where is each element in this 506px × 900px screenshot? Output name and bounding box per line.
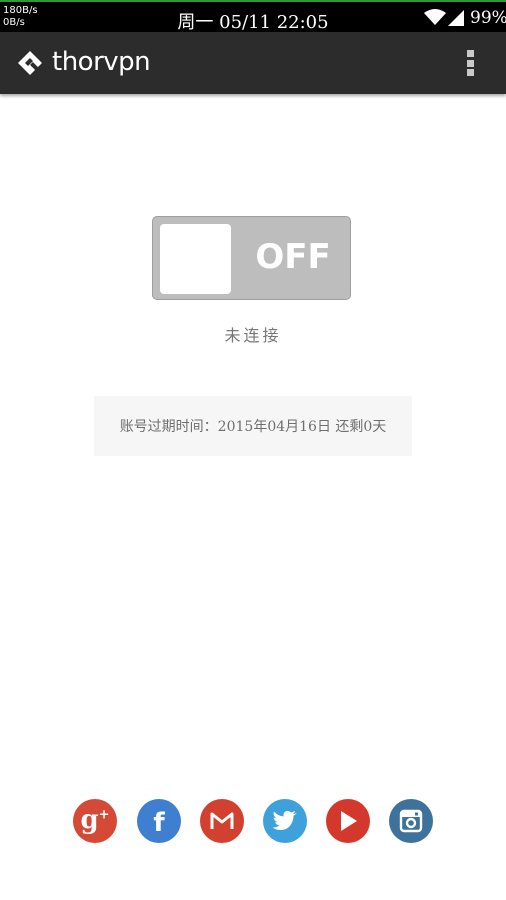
- status-bar: 180B/s 0B/s 周一 05/11 22:05 99%: [0, 0, 506, 33]
- overflow-menu-dot: [466, 59, 474, 67]
- gmail-button[interactable]: [200, 799, 244, 843]
- social-share-row: g+ f: [0, 799, 506, 843]
- overflow-menu-dot: [466, 50, 474, 57]
- youtube-icon: [341, 811, 357, 831]
- google-plus-icon: g+: [80, 805, 110, 835]
- toggle-knob[interactable]: [160, 224, 231, 294]
- overflow-menu-button[interactable]: [458, 46, 482, 80]
- facebook-icon: f: [153, 808, 165, 838]
- twitter-button[interactable]: [263, 799, 307, 843]
- overflow-menu-dot: [466, 69, 474, 76]
- twitter-icon: [272, 810, 297, 830]
- wifi-icon: [424, 9, 446, 25]
- google-plus-button[interactable]: g+: [73, 799, 117, 843]
- signal-icon: [448, 10, 464, 26]
- account-expiry-text: 账号过期时间：2015年04月16日 还剩0天: [119, 419, 387, 435]
- action-bar: thorvpn: [0, 32, 506, 94]
- battery-level: 99%: [470, 8, 506, 28]
- app-title: thorvpn: [52, 47, 151, 77]
- vpn-toggle-switch[interactable]: OFF: [152, 216, 351, 300]
- connection-status: 未连接: [224, 326, 282, 345]
- account-expiry-panel: 账号过期时间：2015年04月16日 还剩0天: [94, 396, 412, 456]
- toggle-state-label: OFF: [255, 237, 331, 277]
- instagram-icon: [399, 809, 423, 833]
- thor-hammer-icon: [18, 51, 42, 75]
- instagram-button[interactable]: [389, 799, 433, 843]
- gmail-icon: [210, 812, 234, 829]
- app-screen: 180B/s 0B/s 周一 05/11 22:05 99% thorvpn O…: [0, 0, 506, 900]
- youtube-button[interactable]: [326, 799, 370, 843]
- facebook-button[interactable]: f: [137, 799, 181, 843]
